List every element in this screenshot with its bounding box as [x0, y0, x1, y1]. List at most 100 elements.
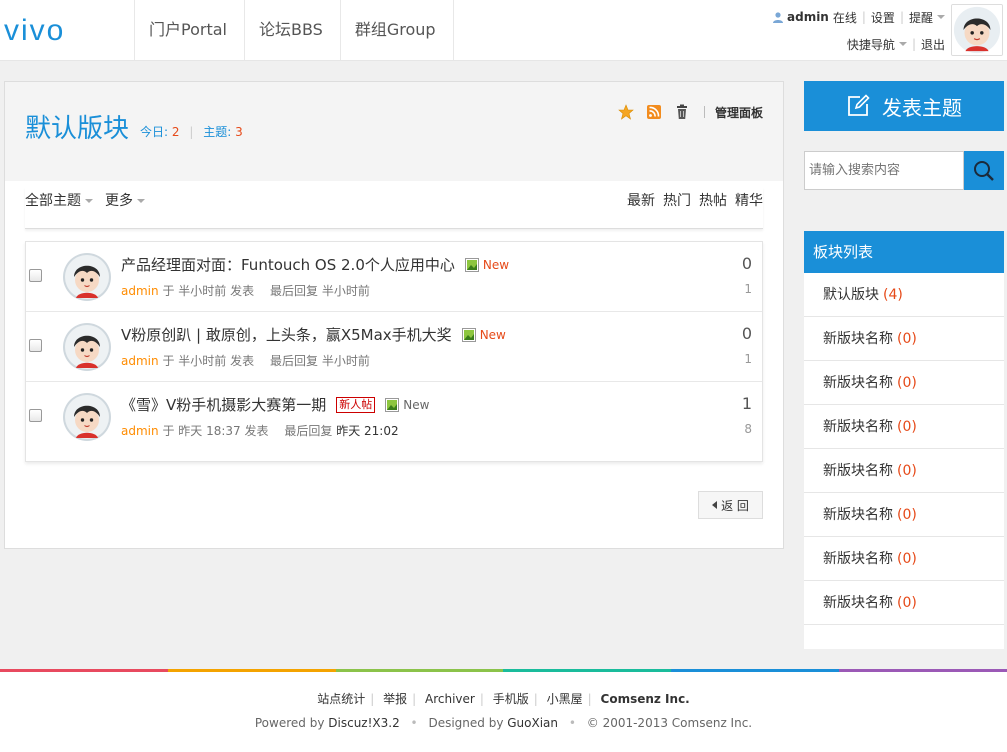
- online-status[interactable]: 在线: [833, 9, 857, 26]
- trash-icon[interactable]: [674, 104, 690, 120]
- view-count: 1: [744, 282, 752, 296]
- divider: [703, 106, 705, 118]
- filter-all-threads[interactable]: 全部主题: [25, 190, 93, 210]
- designer-link[interactable]: GuoXian: [507, 716, 558, 730]
- thread-filter-bar: 全部主题 更多 最新 热门 热帖 精华: [25, 187, 763, 229]
- thread-title-link[interactable]: 《雪》V粉手机摄影大赛第一期: [121, 394, 326, 415]
- thread-list: 产品经理面对面：Funtouch OS 2.0个人应用中心 New admin …: [25, 241, 763, 462]
- filter-more[interactable]: 更多: [105, 190, 145, 210]
- quicknav-link[interactable]: 快捷导航: [847, 36, 895, 53]
- search-box: [804, 151, 1004, 190]
- arrow-left-icon: [712, 501, 718, 509]
- sort-popular[interactable]: 热门: [663, 190, 691, 210]
- thread-meta: admin 于 半小时前 发表 最后回复 半小时前: [121, 282, 370, 299]
- search-button[interactable]: [964, 151, 1004, 190]
- back-button[interactable]: 返 回: [698, 491, 763, 519]
- thread-title-link[interactable]: V粉原创趴 | 敢原创，上头条，赢X5Max手机大奖: [121, 324, 452, 345]
- manage-panel-link[interactable]: 管理面板: [715, 104, 763, 121]
- author-link[interactable]: admin: [121, 354, 159, 368]
- footer-copyright: Powered by Discuz!X3.2 • Designed by Guo…: [254, 716, 753, 730]
- last-reply-label: 最后回复: [269, 284, 318, 298]
- thread-checkbox[interactable]: [29, 409, 42, 422]
- sort-latest[interactable]: 最新: [627, 190, 655, 210]
- remind-link[interactable]: 提醒: [909, 9, 933, 26]
- back-button-label: 返 回: [721, 498, 749, 513]
- thread-title-link[interactable]: 产品经理面对面：Funtouch OS 2.0个人应用中心: [121, 254, 455, 275]
- logout-link[interactable]: 退出: [921, 36, 945, 53]
- footer-link-blackroom[interactable]: 小黑屋: [547, 692, 583, 706]
- thread-checkbox[interactable]: [29, 269, 42, 282]
- thread-row: 产品经理面对面：Funtouch OS 2.0个人应用中心 New admin …: [26, 242, 762, 312]
- last-reply-time[interactable]: 昨天 21:02: [336, 424, 398, 438]
- thread-row: V粉原创趴 | 敢原创，上头条，赢X5Max手机大奖 New admin 于 半…: [26, 312, 762, 382]
- author-avatar[interactable]: [62, 392, 112, 442]
- forum-list-item[interactable]: 新版块名称 (0): [804, 537, 1004, 581]
- search-input[interactable]: [804, 151, 964, 190]
- nav-portal[interactable]: 门户Portal: [134, 0, 244, 60]
- forum-list-item[interactable]: 新版块名称 (0): [804, 405, 1004, 449]
- chevron-down-icon: [85, 199, 93, 203]
- footer-links: 站点统计 | 举报 | Archiver | 手机版 | 小黑屋 | Comsenz In…: [317, 692, 690, 706]
- footer-link-report[interactable]: 举报: [383, 692, 407, 706]
- user-bar: admin 在线 | 设置 | 提醒 快捷导航 | 退出: [772, 8, 945, 53]
- meta-text: 于: [162, 354, 175, 368]
- post-time: 半小时前: [178, 354, 227, 368]
- svg-text:vivo: vivo: [4, 14, 65, 44]
- thread-row: 《雪》V粉手机摄影大赛第一期 新人帖 New admin 于 昨天 18:37 …: [26, 382, 762, 452]
- today-label: 今日:: [140, 125, 169, 139]
- forum-list-item[interactable]: 默认版块 (4): [804, 273, 1004, 317]
- footer-link-stats[interactable]: 站点统计: [317, 692, 365, 706]
- forum-list-item[interactable]: 新版块名称 (0): [804, 361, 1004, 405]
- chevron-down-icon: [937, 15, 945, 19]
- thread-meta: admin 于 昨天 18:37 发表 最后回复 昨天 21:02: [121, 422, 399, 439]
- author-link[interactable]: admin: [121, 284, 159, 298]
- forum-list-item[interactable]: 新版块名称 (0): [804, 493, 1004, 537]
- new-label: New: [403, 397, 430, 412]
- thread-title-row: 产品经理面对面：Funtouch OS 2.0个人应用中心 New: [121, 254, 509, 275]
- forum-header: 默认版块 今日: 2 | 主题: 3 管理面板: [5, 82, 783, 181]
- thread-meta: admin 于 半小时前 发表 最后回复 半小时前: [121, 352, 370, 369]
- footer-link-comsenz[interactable]: Comsenz Inc.: [601, 692, 690, 706]
- divider: |: [899, 10, 904, 24]
- threads-label: 主题:: [203, 125, 232, 139]
- author-avatar[interactable]: [62, 322, 112, 372]
- forum-main-panel: 默认版块 今日: 2 | 主题: 3 管理面板 全部主题 更多 最新 热门 热帖…: [4, 81, 784, 549]
- thread-checkbox[interactable]: [29, 339, 42, 352]
- powered-link[interactable]: Discuz!X3.2: [328, 716, 399, 730]
- forum-list-item[interactable]: 新版块名称 (0): [804, 449, 1004, 493]
- footer-link-archiver[interactable]: Archiver: [425, 692, 475, 706]
- threads-count: 3: [235, 125, 243, 139]
- reply-count: 1: [741, 394, 752, 413]
- powered-label: Powered by: [254, 716, 325, 730]
- reply-count: 0: [741, 254, 752, 273]
- author-link[interactable]: admin: [121, 424, 159, 438]
- meta-text: 发表: [230, 354, 255, 368]
- nav-bbs[interactable]: 论坛BBS: [243, 0, 340, 60]
- site-footer: 站点统计 | 举报 | Archiver | 手机版 | 小黑屋 | Comsenz In…: [0, 672, 1007, 752]
- chevron-down-icon: [898, 42, 907, 46]
- footer-link-mobile[interactable]: 手机版: [493, 692, 529, 706]
- meta-text: 于: [162, 424, 175, 438]
- new-thread-button[interactable]: 发表主题: [804, 81, 1004, 131]
- divider: |: [861, 10, 866, 24]
- nav-group[interactable]: 群组Group: [339, 0, 454, 60]
- last-reply-time[interactable]: 半小时前: [322, 354, 370, 368]
- vivo-logo[interactable]: vivo: [4, 14, 100, 44]
- rss-icon[interactable]: [646, 104, 662, 120]
- sort-digest[interactable]: 精华: [735, 190, 763, 210]
- forum-list-item[interactable]: 新版块名称 (0): [804, 317, 1004, 361]
- star-icon[interactable]: [618, 104, 634, 120]
- username-link[interactable]: admin: [787, 10, 829, 24]
- meta-text: 发表: [244, 424, 269, 438]
- new-label: New: [482, 257, 510, 272]
- forum-title: 默认版块: [25, 114, 130, 144]
- site-header: vivo 门户Portal 论坛BBS 群组Group admin 在线 | 设…: [0, 0, 1007, 61]
- last-reply-label: 最后回复: [269, 354, 318, 368]
- settings-link[interactable]: 设置: [871, 9, 895, 26]
- last-reply-time[interactable]: 半小时前: [322, 284, 370, 298]
- sort-hot[interactable]: 热帖: [699, 190, 727, 210]
- meta-text: 于: [162, 284, 175, 298]
- user-avatar[interactable]: [951, 4, 1003, 56]
- author-avatar[interactable]: [62, 252, 112, 302]
- forum-list-item[interactable]: 新版块名称 (0): [804, 581, 1004, 625]
